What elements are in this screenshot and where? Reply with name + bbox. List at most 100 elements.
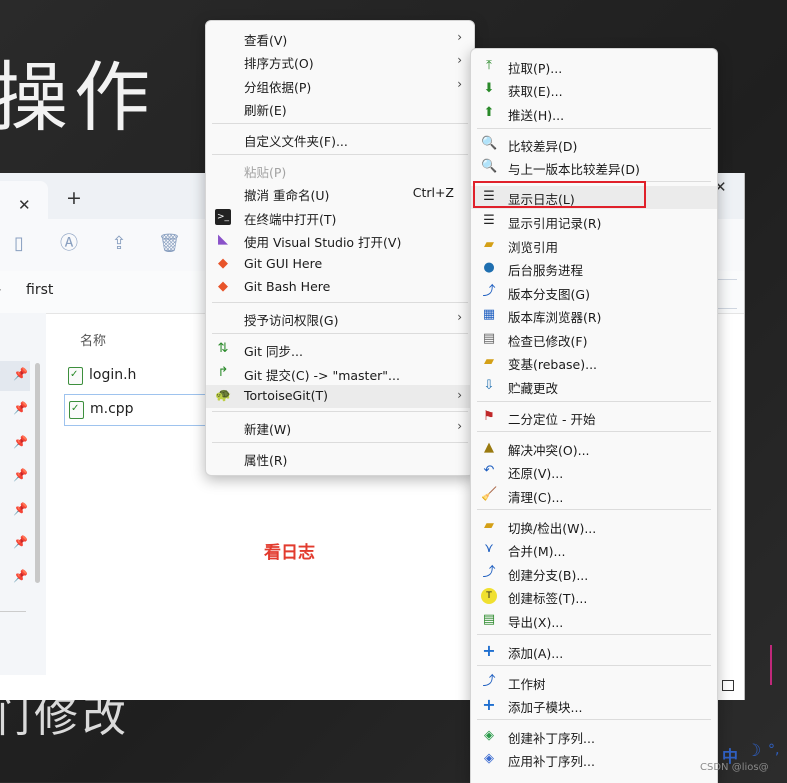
menu-item-check-modifications[interactable]: ▤ 检查已修改(F): [471, 328, 717, 351]
file-icon: [69, 401, 84, 419]
menu-item-new[interactable]: 新建(W) ›: [206, 416, 474, 439]
search-box[interactable]: [716, 279, 737, 309]
nav-item[interactable]: 📌: [0, 563, 30, 593]
menu-item-create-tag[interactable]: T 创建标签(T)...: [471, 585, 717, 608]
menu-item-export[interactable]: ▤ 导出(X)...: [471, 609, 717, 632]
menu-item-rebase[interactable]: ▰ 变基(rebase)...: [471, 351, 717, 374]
menu-item-reflog[interactable]: ☰ 显示引用记录(R): [471, 210, 717, 233]
menu-item-daemon[interactable]: ● 后台服务进程: [471, 257, 717, 280]
menu-item-paste: 粘贴(P): [206, 159, 474, 182]
menu-item-diff-prev[interactable]: 🔍 与上一版本比较差异(D): [471, 156, 717, 179]
menu-separator: [212, 411, 468, 412]
menu-item-label: 创建补丁序列...: [508, 731, 595, 746]
paste-icon[interactable]: ▯: [8, 233, 30, 255]
menu-item-label: 还原(V)...: [508, 466, 564, 481]
menu-item-git-commit[interactable]: ↱ Git 提交(C) -> "master"...: [206, 362, 474, 385]
menu-item-label: 新建(W): [244, 422, 292, 437]
delete-icon[interactable]: 🗑: [158, 233, 181, 255]
menu-item-pull[interactable]: ⤒ 拉取(P)...: [471, 55, 717, 78]
share-icon[interactable]: ⇪: [108, 233, 130, 255]
menu-item-bisect[interactable]: ⚑ 二分定位 - 开始: [471, 406, 717, 429]
menu-item-worktree[interactable]: ⤴ 工作树: [471, 671, 717, 694]
navigation-pane: 📌 📌 📌 📌 📌 📌 📌: [0, 313, 46, 675]
create-patch-icon: ◈: [484, 728, 494, 743]
menu-item-push[interactable]: ⬆ 推送(H)...: [471, 102, 717, 125]
nav-item[interactable]: 📌: [0, 529, 30, 559]
menu-item-git-bash[interactable]: ◆ Git Bash Here: [206, 276, 474, 299]
menu-item-customize[interactable]: 自定义文件夹(F)...: [206, 128, 474, 151]
pin-icon: 📌: [13, 468, 28, 482]
nav-item[interactable]: 📌: [0, 361, 30, 391]
ime-indicator[interactable]: 中 ☽ °,: [716, 738, 787, 782]
menu-item-properties[interactable]: 属性(R): [206, 447, 474, 470]
menu-item-label: 撤消 重命名(U): [244, 188, 330, 203]
menu-item-refresh[interactable]: 刷新(E): [206, 97, 474, 120]
menu-item-label: 合并(M)...: [508, 544, 566, 559]
new-tab-button[interactable]: +: [66, 187, 82, 209]
menu-item-diff[interactable]: 🔍 比较差异(D): [471, 133, 717, 156]
breadcrumb-separator: ›: [0, 282, 2, 298]
menu-item-git-gui[interactable]: ◆ Git GUI Here: [206, 253, 474, 276]
menu-item-grant-access[interactable]: 授予访问权限(G) ›: [206, 307, 474, 330]
bisect-icon: ⚑: [483, 409, 495, 424]
menu-item-revision-graph[interactable]: ⤴ 版本分支图(G): [471, 281, 717, 304]
menu-item-apply-patch[interactable]: ◈ 应用补丁序列...: [471, 748, 717, 771]
menu-item-open-vs[interactable]: ◣ 使用 Visual Studio 打开(V): [206, 229, 474, 252]
menu-item-sort[interactable]: 排序方式(O) ›: [206, 50, 474, 73]
tab-close-icon[interactable]: ✕: [18, 196, 31, 214]
menu-item-create-patch[interactable]: ◈ 创建补丁序列...: [471, 725, 717, 748]
menu-item-label: 分组依据(P): [244, 80, 312, 95]
nav-item[interactable]: 📌: [0, 429, 30, 459]
menu-item-fetch[interactable]: ⬇ 获取(E)...: [471, 78, 717, 101]
breadcrumb-folder[interactable]: first: [26, 282, 53, 298]
submenu-arrow-icon: ›: [457, 419, 462, 433]
submenu-arrow-icon: ›: [457, 388, 462, 402]
menu-item-undo-rename[interactable]: 撤消 重命名(U) Ctrl+Z: [206, 182, 474, 205]
menu-item-revert[interactable]: ↶ 还原(V)...: [471, 460, 717, 483]
column-header-name[interactable]: 名称: [80, 330, 106, 349]
view-toggle-icon[interactable]: [722, 680, 734, 691]
browse-refs-icon: ▰: [484, 237, 494, 252]
menu-separator: [477, 128, 711, 129]
menu-item-repo-browser[interactable]: ▦ 版本库浏览器(R): [471, 304, 717, 327]
menu-item-resolve[interactable]: ▲ 解决冲突(O)...: [471, 437, 717, 460]
nav-item[interactable]: 📌: [0, 496, 30, 526]
submodule-icon: +: [482, 695, 496, 714]
menu-item-label: 清理(C)...: [508, 490, 564, 505]
check-modifications-icon: ▤: [482, 331, 496, 346]
pin-icon: 📌: [13, 535, 28, 549]
menu-item-label: 推送(H)...: [508, 108, 565, 123]
menu-item-switch[interactable]: ▰ 切换/检出(W)...: [471, 515, 717, 538]
menu-item-label: 创建分支(B)...: [508, 568, 589, 583]
menu-item-create-branch[interactable]: ⤴ 创建分支(B)...: [471, 562, 717, 585]
menu-item-tortoisegit[interactable]: 🐢 TortoiseGit(T) ›: [206, 385, 474, 408]
menu-item-cleanup[interactable]: 🧹 清理(C)...: [471, 484, 717, 507]
menu-item-open-terminal[interactable]: >_ 在终端中打开(T): [206, 206, 474, 229]
nav-item[interactable]: 📌: [0, 462, 30, 492]
tab-first[interactable]: ✕: [0, 181, 48, 219]
pin-icon: 📌: [13, 569, 28, 583]
menu-separator: [477, 719, 711, 720]
punctuation-icon: °,: [768, 742, 780, 758]
pin-icon: 📌: [13, 401, 28, 415]
menu-item-add[interactable]: + 添加(A)...: [471, 640, 717, 663]
nav-scrollbar[interactable]: [35, 363, 40, 583]
menu-item-view[interactable]: 查看(V) ›: [206, 27, 474, 50]
resolve-icon: ▲: [484, 440, 494, 455]
file-row-selected[interactable]: m.cpp: [64, 394, 206, 426]
menu-item-label: 刷新(E): [244, 103, 287, 118]
menu-item-merge[interactable]: ⋎ 合并(M)...: [471, 538, 717, 561]
menu-item-stash[interactable]: ⇩ 贮藏更改: [471, 375, 717, 398]
menu-item-label: 在终端中打开(T): [244, 212, 337, 227]
nav-item[interactable]: 📌: [0, 395, 30, 425]
rename-icon[interactable]: Ⓐ: [58, 233, 80, 255]
menu-item-add-submodule[interactable]: + 添加子模块...: [471, 694, 717, 717]
menu-item-git-sync[interactable]: ⇅ Git 同步...: [206, 338, 474, 361]
tortoisegit-submenu: ⤒ 拉取(P)... ⬇ 获取(E)... ⬆ 推送(H)... 🔍 比较差异(D) 🔍…: [470, 48, 718, 783]
apply-patch-icon: ◈: [484, 751, 494, 766]
menu-item-browse-refs[interactable]: ▰ 浏览引用: [471, 234, 717, 257]
file-name: login.h: [89, 367, 137, 383]
watermark: CSDN @lios@: [700, 762, 769, 773]
file-row[interactable]: login.h: [64, 361, 204, 391]
menu-item-group[interactable]: 分组依据(P) ›: [206, 74, 474, 97]
